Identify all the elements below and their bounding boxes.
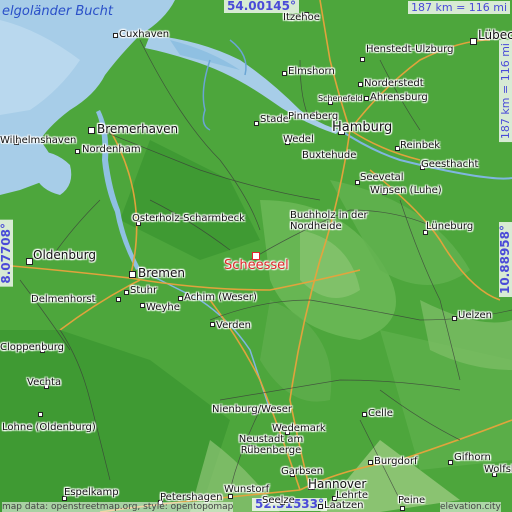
city-dot: [26, 258, 33, 265]
city-label: Elmshorn: [288, 66, 335, 77]
city-dot: [282, 71, 287, 76]
city-label: Nienburg/Weser: [212, 404, 293, 415]
city-dot: [140, 303, 145, 308]
city-dot: [75, 149, 80, 154]
city-dot: [358, 82, 363, 87]
city-label: Lüneburg: [426, 221, 474, 232]
city-label: Stade: [260, 114, 289, 125]
city-label: Winsen (Luhe): [370, 185, 442, 196]
city-label: Buchholz in der Nordheide: [290, 210, 368, 232]
city-label: Norderstedt: [364, 78, 424, 89]
city-dot: [470, 38, 477, 45]
city-label: Verden: [216, 320, 251, 331]
city-dot: [364, 96, 369, 101]
city-label: Buxtehude: [302, 150, 357, 161]
city-label: Wilhelmshaven: [0, 135, 77, 146]
city-dot: [318, 504, 323, 509]
city-dot: [368, 460, 373, 465]
topographic-map[interactable]: elgoländer Bucht 54.00145° 52.31533° 8.0…: [0, 0, 512, 512]
city-label: Reinbek: [400, 140, 441, 151]
city-label: Weyhe: [146, 302, 180, 313]
city-label: Wolfsburg: [484, 464, 512, 475]
city-dot: [178, 296, 183, 301]
city-label: Wedemark: [272, 423, 326, 434]
city-dot: [113, 33, 118, 38]
left-longitude-label: 8.07708°: [0, 220, 13, 287]
city-label: Schenefeld: [318, 94, 363, 103]
city-label: Ahrensburg: [370, 92, 428, 103]
city-label: Garbsen: [281, 466, 324, 477]
city-label: Itzehoe: [283, 12, 320, 23]
city-dot: [362, 412, 367, 417]
city-label: Seevetal: [360, 172, 404, 183]
city-label: Henstedt-Ulzburg: [366, 44, 454, 55]
city-dot: [124, 290, 129, 295]
scale-bar-right: 187 km = 116 mi: [499, 40, 512, 143]
city-label: Osterholz-Scharmbeck: [132, 213, 245, 224]
city-dot: [116, 297, 121, 302]
city-label: Neustadt am Rübenberge: [238, 434, 304, 456]
map-attribution: map data: openstreetmap.org, style: open…: [2, 502, 234, 512]
city-label: Nordenham: [82, 144, 141, 155]
city-label: Uelzen: [458, 310, 492, 321]
city-label: Bremerhaven: [97, 122, 179, 136]
city-label: Cloppenburg: [0, 342, 65, 353]
city-dot: [400, 506, 405, 511]
city-label: Geesthacht: [421, 159, 479, 170]
city-label: Oldenburg: [33, 248, 96, 262]
city-label: Delmenhorst: [31, 294, 96, 305]
highlight-city-label: Scheessel: [224, 258, 289, 273]
city-dot: [360, 57, 365, 62]
city-label: Espelkamp: [64, 487, 119, 498]
city-label: Cuxhaven: [119, 29, 170, 40]
site-attribution: elevation.city: [440, 502, 501, 512]
city-label: Gifhorn: [454, 452, 491, 463]
city-label: Laatzen: [324, 500, 364, 511]
city-label: Hamburg: [332, 120, 393, 135]
city-label: Seelze: [262, 495, 295, 506]
city-label: Bremen: [138, 266, 185, 280]
city-label: Burgdorf: [374, 456, 418, 467]
city-label: Achim (Weser): [184, 292, 257, 303]
city-label: Lohne (Oldenburg): [2, 422, 96, 433]
city-label: Vechta: [27, 377, 62, 388]
city-dot: [210, 322, 215, 327]
city-label: Wunstorf: [224, 484, 270, 495]
scale-bar-top: 187 km = 116 mi: [408, 1, 511, 14]
city-dot: [129, 271, 136, 278]
city-label: Celle: [368, 408, 393, 419]
city-label: Stuhr: [130, 285, 158, 296]
city-label: Peine: [398, 495, 426, 506]
city-label: Lübeck: [478, 28, 512, 42]
right-longitude-label: 10.88958°: [498, 222, 512, 298]
sea-label: elgoländer Bucht: [2, 4, 114, 19]
city-dot: [38, 412, 43, 417]
city-label: Wedel: [283, 134, 314, 145]
city-dot: [452, 316, 457, 321]
city-dot: [254, 121, 259, 126]
city-dot: [88, 127, 95, 134]
city-label: Hannover: [308, 477, 367, 491]
city-label: Pinneberg: [288, 111, 339, 122]
city-dot: [448, 460, 453, 465]
